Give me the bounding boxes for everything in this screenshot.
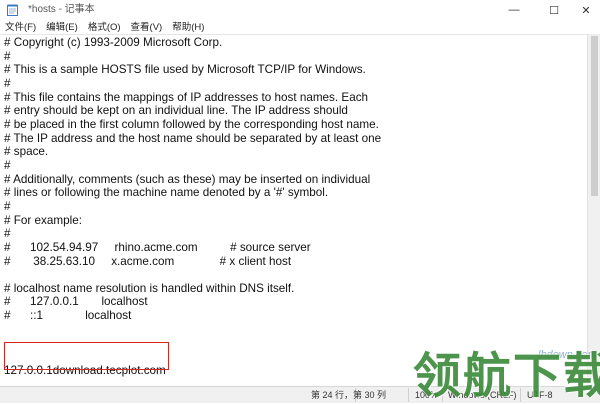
maximize-button[interactable]: ☐ <box>536 0 572 20</box>
menu-help[interactable]: 帮助(H) <box>167 21 209 35</box>
window-title: *hosts - 记事本 <box>28 4 95 15</box>
close-button[interactable]: ✕ <box>568 0 600 20</box>
watermark-logo: 领航下载 <box>413 348 600 404</box>
menu-bar: 文件(F) 编辑(E) 格式(O) 查看(V) 帮助(H) <box>0 20 600 35</box>
text-editor[interactable]: # Copyright (c) 1993-2009 Microsoft Corp… <box>0 34 587 387</box>
close-icon: ✕ <box>581 4 591 17</box>
menu-edit[interactable]: 编辑(E) <box>41 21 83 35</box>
menu-view[interactable]: 查看(V) <box>126 21 168 35</box>
title-bar[interactable]: *hosts - 记事本 — ☐ ✕ <box>0 0 600 20</box>
vertical-scrollbar[interactable] <box>587 34 600 386</box>
highlighted-host-entry <box>4 342 169 370</box>
menu-format[interactable]: 格式(O) <box>83 21 126 35</box>
menu-file[interactable]: 文件(F) <box>0 21 41 35</box>
editor-content[interactable]: # Copyright (c) 1993-2009 Microsoft Corp… <box>4 36 381 377</box>
status-position: 第 24 行，第 30 列 <box>311 390 387 400</box>
status-divider <box>408 388 409 402</box>
notepad-icon <box>7 4 18 16</box>
notepad-window: *hosts - 记事本 — ☐ ✕ 文件(F) 编辑(E) 格式(O) 查看(… <box>0 0 600 403</box>
minimize-button[interactable]: — <box>496 0 532 20</box>
minimize-icon: — <box>508 4 520 16</box>
scrollbar-thumb[interactable] <box>591 36 598 196</box>
maximize-icon: ☐ <box>549 4 559 17</box>
